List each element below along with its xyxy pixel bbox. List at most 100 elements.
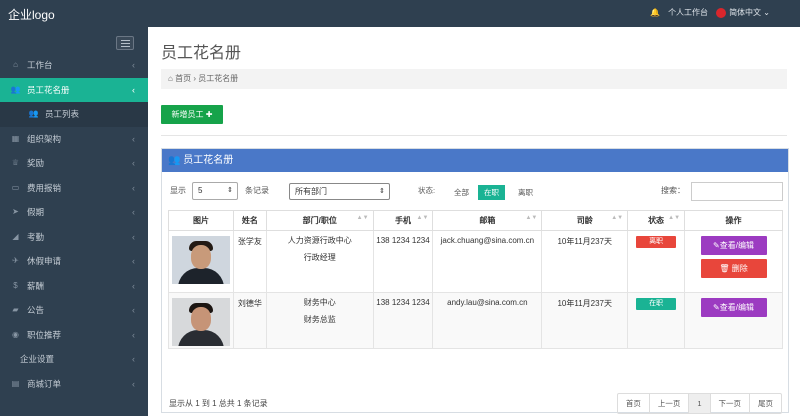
sidebar-item[interactable]: ✈ 休假申请 ‹ [0, 249, 148, 274]
actions-cell: ✎查看/编辑 🗑 删除 [684, 230, 783, 293]
position-text: 行政经理 [303, 253, 336, 262]
globe-icon: ◉ [12, 329, 19, 339]
column-header-label: 姓名 [241, 216, 258, 225]
bell-icon[interactable]: 🔔 [650, 8, 660, 17]
chevron-left-icon: ‹ [132, 305, 135, 315]
pagination-button[interactable]: 下一页 [709, 394, 750, 413]
status-filter-active[interactable]: 在职 [478, 185, 505, 200]
menu-toggle-icon[interactable] [116, 36, 134, 50]
name-cell: 张学友 [232, 230, 267, 293]
column-header[interactable]: 手机 ▲▼ [372, 210, 434, 231]
sidebar-item[interactable]: ⌂ 工作台 ‹ [0, 53, 148, 78]
main-content: 员工花名册 ⌂ 首页 › 员工花名册 新增员工 ✚ 👥 员工花名册 显示 5 ⇕ … [148, 27, 800, 416]
logo[interactable]: 企业logo [8, 6, 55, 23]
language-label: 简体中文 [729, 8, 762, 17]
language-switch[interactable]: 简体中文 ⌄ [716, 7, 770, 18]
page-size-select[interactable]: 5 ⇕ [192, 182, 238, 200]
column-header: 操作 [684, 210, 783, 231]
workbench-link[interactable]: 个人工作台 [668, 7, 708, 18]
status-badge: 在职 [636, 298, 677, 310]
pagination-summary: 显示从 1 到 1 总共 1 条记录 [169, 399, 268, 408]
email-cell: andy.lau@sina.com.cn [432, 292, 543, 349]
delete-button[interactable]: 🗑 删除 [700, 259, 767, 278]
tenure-cell: 10年11月237天 [541, 230, 629, 293]
chevron-left-icon: ‹ [132, 378, 135, 389]
roster-panel: 👥 员工花名册 显示 5 ⇕ 条记录 所有部门 ⇕ 状态: 全部 在职 离职 搜索：… [161, 148, 789, 414]
department-select[interactable]: 所有部门 ⇕ [289, 183, 390, 200]
column-header-label: 图片 [192, 216, 209, 225]
sidebar-item-label: 商城订单 [27, 378, 62, 389]
pagination-button[interactable]: 1 [688, 394, 710, 413]
view-edit-button[interactable]: ✎查看/编辑 [700, 236, 767, 255]
sidebar-item[interactable]: ▦ 组织架构 ‹ [0, 127, 148, 152]
chevron-left-icon: ‹ [132, 256, 135, 266]
view-edit-button[interactable]: ✎查看/编辑 [700, 298, 767, 317]
chevron-left-icon: ‹ [132, 354, 135, 364]
department-text: 财务中心 [303, 298, 336, 307]
divider [161, 135, 787, 136]
top-navbar: 企业logo 🔔 个人工作台 简体中文 ⌄ [0, 0, 800, 27]
column-header: 姓名 [232, 210, 267, 231]
sidebar-item[interactable]: 👥 员工列表 [0, 102, 148, 127]
sidebar-item[interactable]: 企业设置 ‹ [0, 347, 148, 372]
phone-cell: 138 1234 1234 [372, 230, 434, 293]
table-header: 图片 姓名 部门/职位 ▲▼ 手机 ▲▼ 邮箱 ▲▼ 司龄 ▲▼ 状态 ▲▼ 操作 [168, 210, 783, 231]
chevron-left-icon: ‹ [132, 329, 135, 340]
sidebar-item[interactable]: ◢ 考勤 ‹ [0, 225, 148, 250]
sidebar-item-label: 员工花名册 [27, 84, 70, 95]
email-cell: jack.chuang@sina.com.cn [432, 230, 543, 293]
panel-header: 👥 员工花名册 [162, 149, 788, 172]
sidebar-menu: ⌂ 工作台 ‹ 👥 员工花名册 ‹ 👥 员工列表 ▦ 组织架构 ‹ ♕ 奖励 ‹ ▭ 费用报销 ‹ ➤ 假期 ‹ ◢ 考勤… [0, 53, 148, 396]
chevron-left-icon: ‹ [132, 280, 135, 291]
sidebar-item-label: 假期 [27, 207, 45, 217]
money-icon: ▭ [11, 182, 20, 192]
sidebar-item-label: 薪酬 [27, 280, 45, 291]
sidebar-item[interactable]: 👥 员工花名册 ‹ [0, 77, 148, 102]
sidebar-item[interactable]: ◉ 职位推荐 ‹ [0, 323, 148, 348]
chevron-left-icon: ‹ [132, 231, 135, 242]
chevron-left-icon: ‹ [132, 158, 135, 168]
employee-photo [171, 298, 230, 346]
pagination-button[interactable]: 上一页 [648, 394, 689, 413]
table-row: 张学友 人力资源行政中心 行政经理 138 1234 1234 jack.chua… [168, 230, 783, 293]
chevron-left-icon: ‹ [132, 207, 135, 217]
employee-table: 图片 姓名 部门/职位 ▲▼ 手机 ▲▼ 邮箱 ▲▼ 司龄 ▲▼ 状态 ▲▼ 操作 张学友 人力资源行政… [168, 210, 783, 349]
records-label: 条记录 [245, 186, 269, 195]
column-header[interactable]: 邮箱 ▲▼ [432, 210, 543, 231]
actions-cell: ✎查看/编辑 [684, 292, 783, 349]
dollar-icon: $ [13, 280, 18, 290]
tenure-cell: 10年11月237天 [541, 292, 629, 349]
sidebar-item[interactable]: ▰ 公告 ‹ [0, 298, 148, 323]
column-header: 图片 [168, 210, 234, 231]
home-icon: ⌂ [168, 74, 173, 83]
home-icon: ⌂ [13, 60, 18, 69]
table-row: 刘德华 财务中心 财务总监 138 1234 1234 andy.lau@sina… [168, 292, 783, 349]
top-right-links: 🔔 个人工作台 简体中文 ⌄ [650, 7, 770, 18]
column-header-label: 手机 [394, 216, 411, 225]
breadcrumb-separator: › [193, 74, 196, 83]
sidebar-item-label: 员工列表 [45, 109, 80, 119]
status-filter-left[interactable]: 离职 [514, 185, 537, 200]
add-employee-button[interactable]: 新增员工 ✚ [161, 105, 223, 124]
sidebar-item[interactable]: ▭ 费用报销 ‹ [0, 176, 148, 201]
status-filter-all[interactable]: 全部 [450, 185, 473, 200]
search-input[interactable] [691, 182, 783, 201]
sort-icon: ▲▼ [416, 215, 429, 221]
status-badge: 离职 [636, 236, 677, 248]
photo-cell [168, 292, 234, 349]
sidebar-item[interactable]: ➤ 假期 ‹ [0, 200, 148, 225]
users-icon: 👥 [28, 109, 39, 118]
pagination-button[interactable]: 尾页 [749, 394, 781, 413]
column-header[interactable]: 部门/职位 ▲▼ [265, 210, 374, 231]
sidebar-item[interactable]: $ 薪酬 ‹ [0, 274, 148, 299]
department-text: 人力资源行政中心 [287, 236, 352, 245]
sidebar-item[interactable]: ♕ 奖励 ‹ [0, 151, 148, 176]
column-header[interactable]: 司龄 ▲▼ [541, 210, 629, 231]
comment-icon: ▰ [12, 305, 19, 314]
send-icon: ➤ [12, 207, 19, 216]
sidebar-item-label: 职位推荐 [27, 329, 62, 340]
breadcrumb-home[interactable]: 首页 [175, 74, 191, 83]
sidebar-item[interactable]: ▤ 商城订单 ‹ [0, 372, 148, 397]
pagination-button[interactable]: 首页 [618, 394, 649, 413]
column-header[interactable]: 状态 ▲▼ [627, 210, 686, 231]
